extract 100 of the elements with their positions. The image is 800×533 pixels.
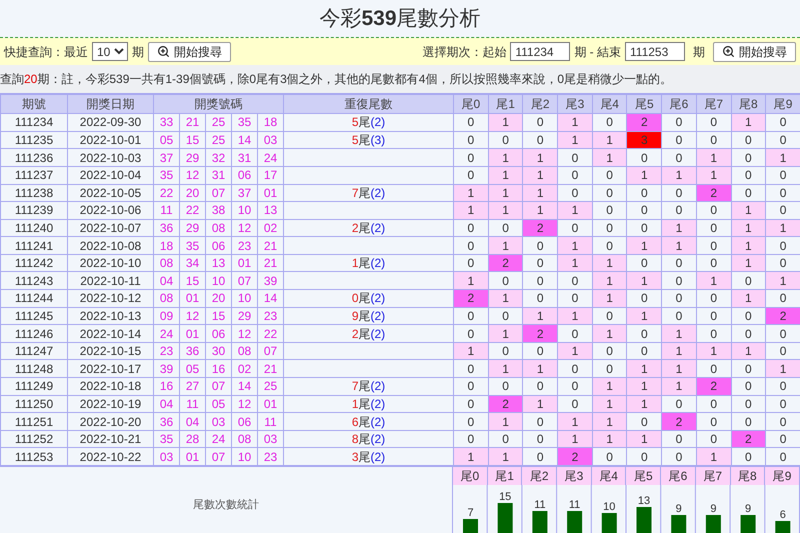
tail-count-cell: 0: [731, 324, 766, 342]
date-cell: 2022-10-14: [68, 324, 154, 342]
search-button[interactable]: 開始搜尋: [713, 42, 796, 62]
number-cell: 10: [232, 202, 258, 220]
number-cell: 03: [258, 430, 284, 448]
period-cell: 111238: [0, 184, 68, 202]
number-cell: 03: [258, 131, 284, 149]
zoom-in-icon: [157, 45, 170, 58]
tail-count-cell: 1: [454, 342, 488, 360]
number-cell: 07: [258, 342, 284, 360]
number-cell: 22: [180, 202, 206, 220]
tail-count-cell: 0: [454, 412, 488, 430]
tail-count-cell: 1: [558, 114, 592, 132]
tail-count-cell: 1: [696, 148, 732, 166]
tail-count-cell: 1: [488, 360, 523, 378]
bar: [740, 515, 756, 533]
tail-count-cell: 1: [454, 184, 488, 202]
tail-count-cell: 1: [766, 272, 800, 290]
tail-count-cell: 1: [488, 202, 523, 220]
tail-count-cell: 0: [696, 412, 732, 430]
bar-value-label: 11: [534, 499, 546, 511]
tail-count-cell: 0: [558, 324, 592, 342]
number-cell: 22: [258, 324, 284, 342]
number-cell: 12: [180, 307, 206, 325]
start-period-field[interactable]: 111234: [510, 42, 570, 62]
tail-count-cell: 0: [626, 148, 662, 166]
tail-count-cell: 2: [488, 254, 523, 272]
number-cell: 01: [180, 448, 206, 466]
number-cell: 21: [258, 236, 284, 254]
number-cell: 08: [232, 342, 258, 360]
repeat-tail-cell: 1尾(2): [284, 395, 454, 413]
bar-value-label: 6: [780, 509, 786, 521]
bar: [532, 511, 548, 533]
column-header: 尾7: [696, 94, 732, 114]
tail-count-cell: 1: [522, 184, 558, 202]
date-cell: 2022-10-17: [68, 360, 154, 378]
column-header: 尾9: [766, 94, 800, 114]
tail-count-cell: 0: [696, 114, 732, 132]
tail-count-cell: 1: [696, 166, 732, 184]
tail-count-cell: 1: [454, 272, 488, 290]
bar: [463, 519, 478, 533]
number-cell: 12: [232, 324, 258, 342]
bar-value-label: 10: [603, 501, 616, 513]
repeat-tail-cell: 7尾(2): [284, 378, 454, 396]
tail-count-cell: 0: [592, 219, 627, 237]
tail-count-cell: 0: [592, 202, 627, 220]
period-cell: 111234: [0, 114, 68, 132]
tail-count-cell: 1: [766, 360, 800, 378]
number-cell: 31: [232, 148, 258, 166]
date-cell: 2022-10-20: [68, 412, 154, 430]
number-cell: 10: [232, 290, 258, 308]
bar: [671, 515, 686, 533]
tail-count-cell: 1: [592, 412, 627, 430]
number-cell: 09: [154, 307, 180, 325]
tail-count-cell: 1: [454, 202, 488, 220]
tail-count-cell: 1: [731, 342, 766, 360]
number-cell: 11: [258, 412, 284, 430]
search-button[interactable]: 開始搜尋: [148, 42, 231, 62]
tail-count-cell: 0: [454, 236, 488, 254]
tail-count-cell: 2: [454, 290, 488, 308]
tail-count-cell: 0: [454, 307, 488, 325]
tail-count-cell: 0: [696, 202, 732, 220]
tail-count-cell: 1: [592, 324, 627, 342]
tail-count-cell: 1: [522, 148, 558, 166]
bar-value-label: 9: [710, 503, 716, 515]
number-cell: 36: [154, 412, 180, 430]
date-cell: 2022-10-21: [68, 430, 154, 448]
number-cell: 01: [258, 184, 284, 202]
number-cell: 15: [206, 307, 232, 325]
tail-count-cell: 0: [731, 378, 766, 396]
tail-count-cell: 1: [626, 307, 662, 325]
period-count-select[interactable]: 10: [92, 42, 128, 62]
tail-count-cell: 0: [626, 290, 662, 308]
number-cell: 25: [206, 114, 232, 132]
axis-label: 尾8: [730, 467, 766, 485]
column-header: 期號: [0, 94, 68, 114]
tail-count-cell: 1: [488, 166, 523, 184]
number-cell: 24: [258, 148, 284, 166]
tail-count-cell: 1: [488, 184, 523, 202]
tail-count-cell: 1: [488, 324, 523, 342]
tail-count-cell: 2: [662, 412, 696, 430]
tail-count-cell: 2: [558, 448, 592, 466]
tail-count-cell: 1: [558, 236, 592, 254]
number-cell: 36: [154, 219, 180, 237]
tail-count-cell: 0: [696, 219, 732, 237]
bar-value-label: 7: [467, 507, 474, 519]
tail-count-cell: 1: [488, 412, 523, 430]
tail-count-cell: 1: [592, 254, 627, 272]
repeat-tail-cell: 6尾(2): [284, 412, 454, 430]
tail-count-cell: 0: [454, 131, 488, 149]
tail-count-cell: 0: [454, 324, 488, 342]
number-cell: 18: [154, 236, 180, 254]
period-cell: 111240: [0, 219, 68, 237]
tail-count-cell: 1: [731, 219, 766, 237]
number-cell: 02: [232, 360, 258, 378]
tail-count-cell: 2: [522, 219, 558, 237]
axis-label: 尾0: [453, 467, 488, 485]
end-period-field[interactable]: 111253: [625, 42, 685, 62]
number-cell: 20: [206, 290, 232, 308]
number-cell: 20: [180, 184, 206, 202]
